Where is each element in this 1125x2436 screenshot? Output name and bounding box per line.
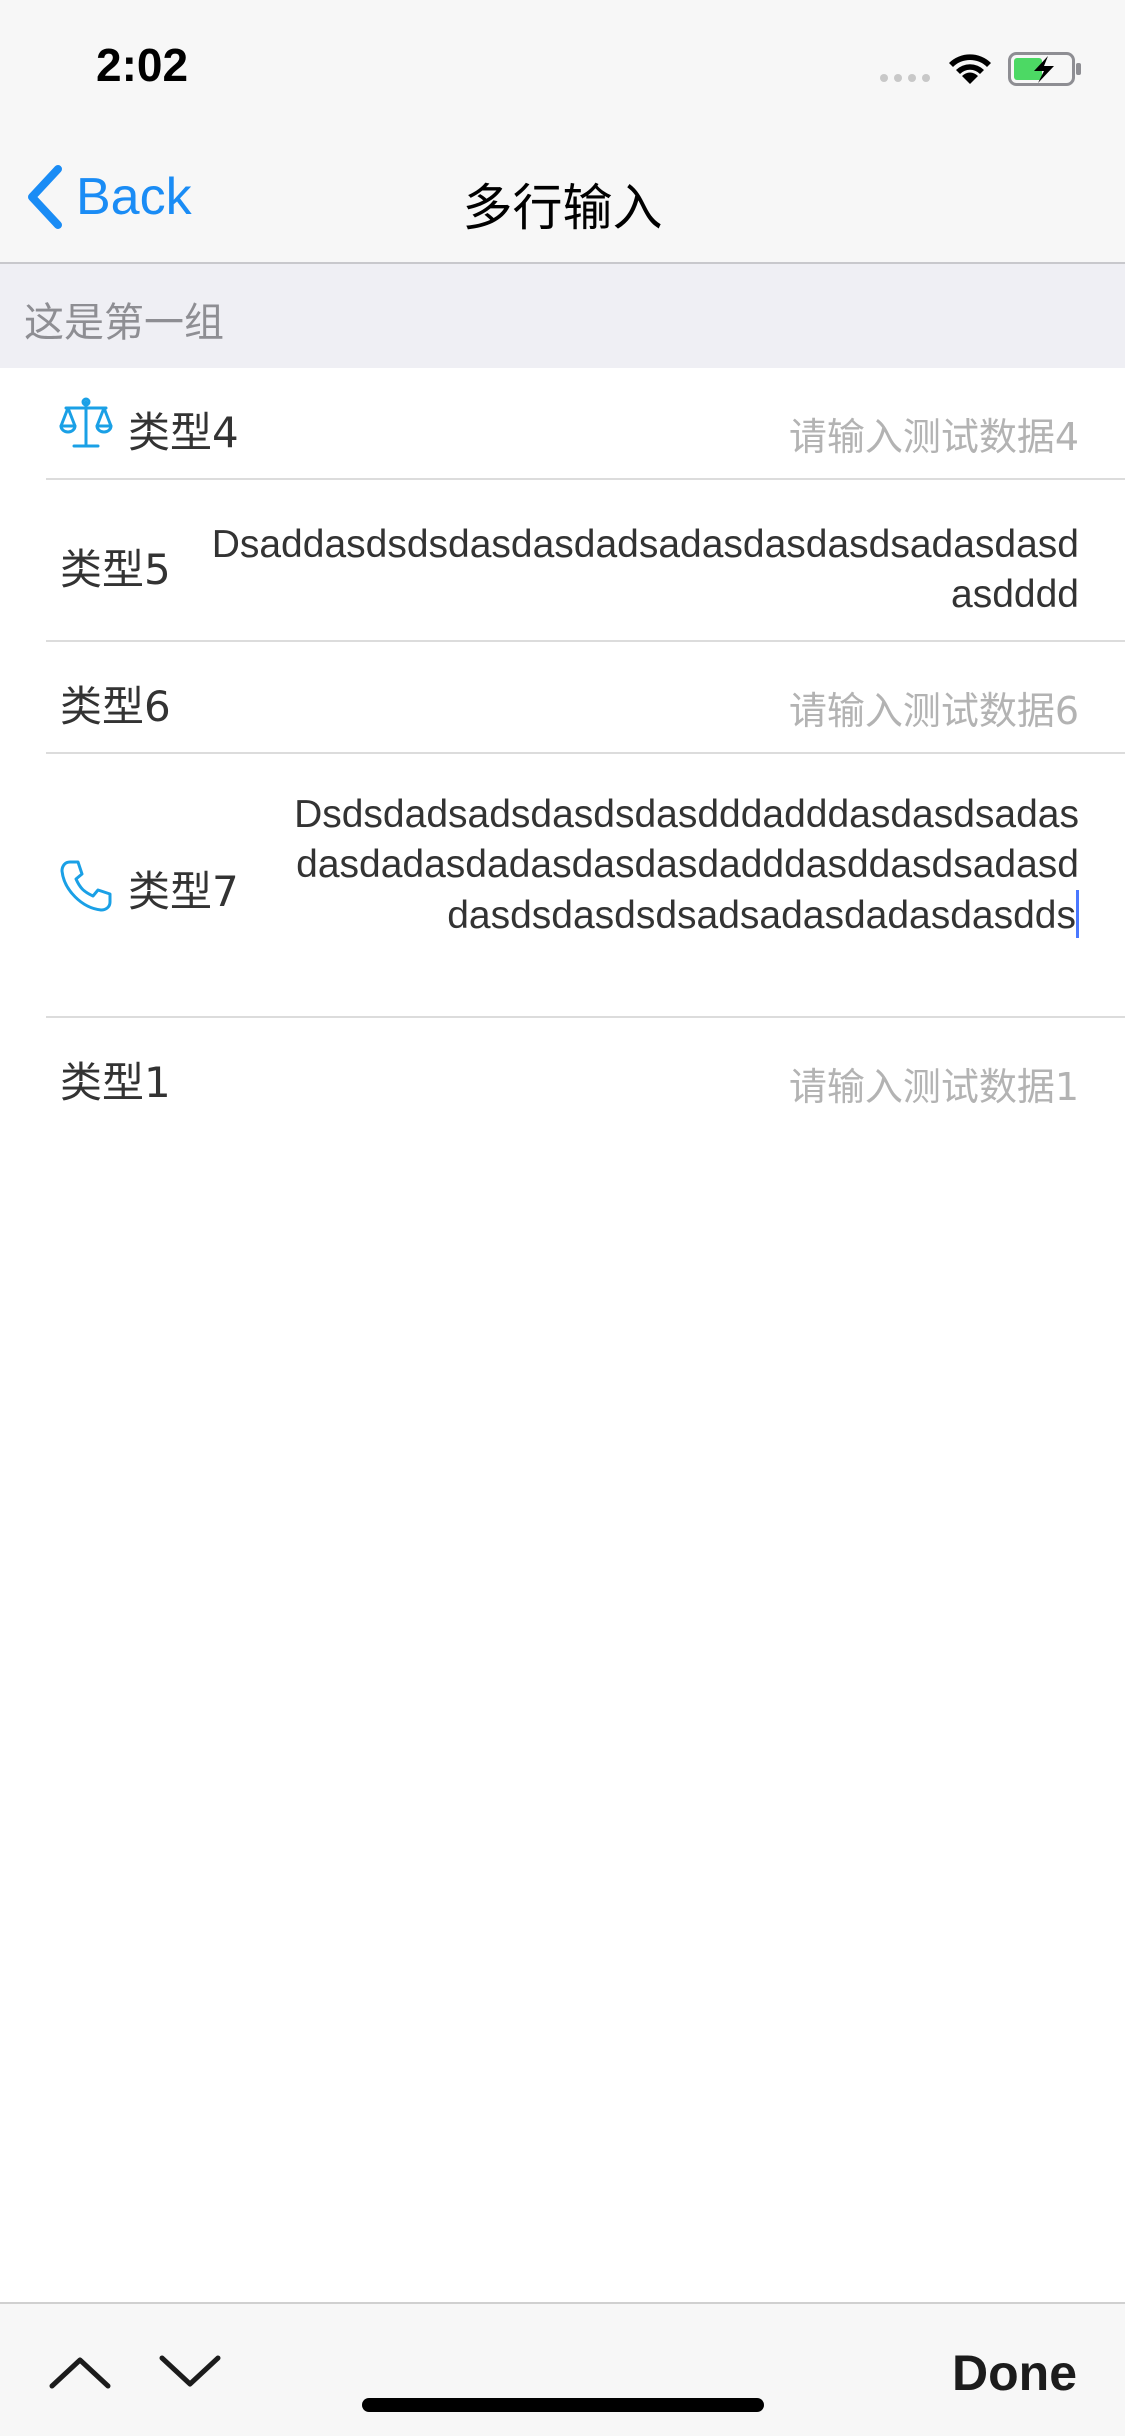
form-row-type5[interactable]: 类型5 Dsaddasdsdsdasdasdadsadasdasdasdsada… — [0, 480, 1125, 642]
home-indicator — [362, 2398, 764, 2412]
row-label: 类型5 — [60, 545, 171, 594]
form-row-type7[interactable]: 类型7 Dsdsdadsadsdasdsdasdddadddasdasdsada… — [0, 754, 1125, 1018]
form-row-type4[interactable]: 类型4 请输入测试数据4 — [0, 368, 1125, 480]
input-placeholder[interactable]: 请输入测试数据1 — [789, 1056, 1079, 1111]
wifi-icon — [949, 54, 991, 84]
input-placeholder[interactable]: 请输入测试数据4 — [789, 406, 1079, 461]
phone-icon — [60, 860, 112, 912]
battery-charging-icon — [1008, 52, 1081, 86]
keyboard-toolbar: Done — [0, 2302, 1125, 2436]
row-label: 类型6 — [60, 682, 171, 731]
status-time: 2:02 — [96, 39, 189, 91]
screen: 2:02 Back 多行输入 这是第一组 类型4 请输入测试数据4 类型5 Ds… — [0, 0, 1125, 2436]
scale-icon — [59, 397, 113, 448]
row-label: 类型4 — [128, 408, 239, 457]
page-title: 多行输入 — [462, 179, 663, 237]
multiline-input[interactable]: Dsdsdadsadsdasdsdasdddadddasdasdsadasdas… — [279, 790, 1079, 941]
form-row-type6[interactable]: 类型6 请输入测试数据6 — [0, 642, 1125, 754]
navigation-bar: Back 多行输入 — [0, 132, 1125, 264]
chevron-down-icon[interactable] — [158, 2352, 222, 2392]
section-title: 这是第一组 — [24, 300, 224, 346]
text-cursor — [1076, 890, 1079, 938]
status-bar: 2:02 — [0, 0, 1125, 132]
chevron-up-icon[interactable] — [48, 2352, 112, 2392]
multiline-input[interactable]: Dsaddasdsdsdasdasdadsadasdasdasdsadasdas… — [199, 520, 1079, 620]
cellular-signal-icon — [880, 74, 930, 82]
row-label: 类型1 — [60, 1058, 171, 1107]
input-placeholder[interactable]: 请输入测试数据6 — [789, 680, 1079, 735]
section-header: 这是第一组 — [0, 264, 1125, 368]
form-row-type1[interactable]: 类型1 请输入测试数据1 — [0, 1018, 1125, 1130]
row-label: 类型7 — [128, 867, 239, 916]
input-text: Dsdsdadsadsdasdsdasdddadddasdasdsadasdas… — [294, 793, 1079, 937]
done-button[interactable]: Done — [952, 2344, 1077, 2402]
